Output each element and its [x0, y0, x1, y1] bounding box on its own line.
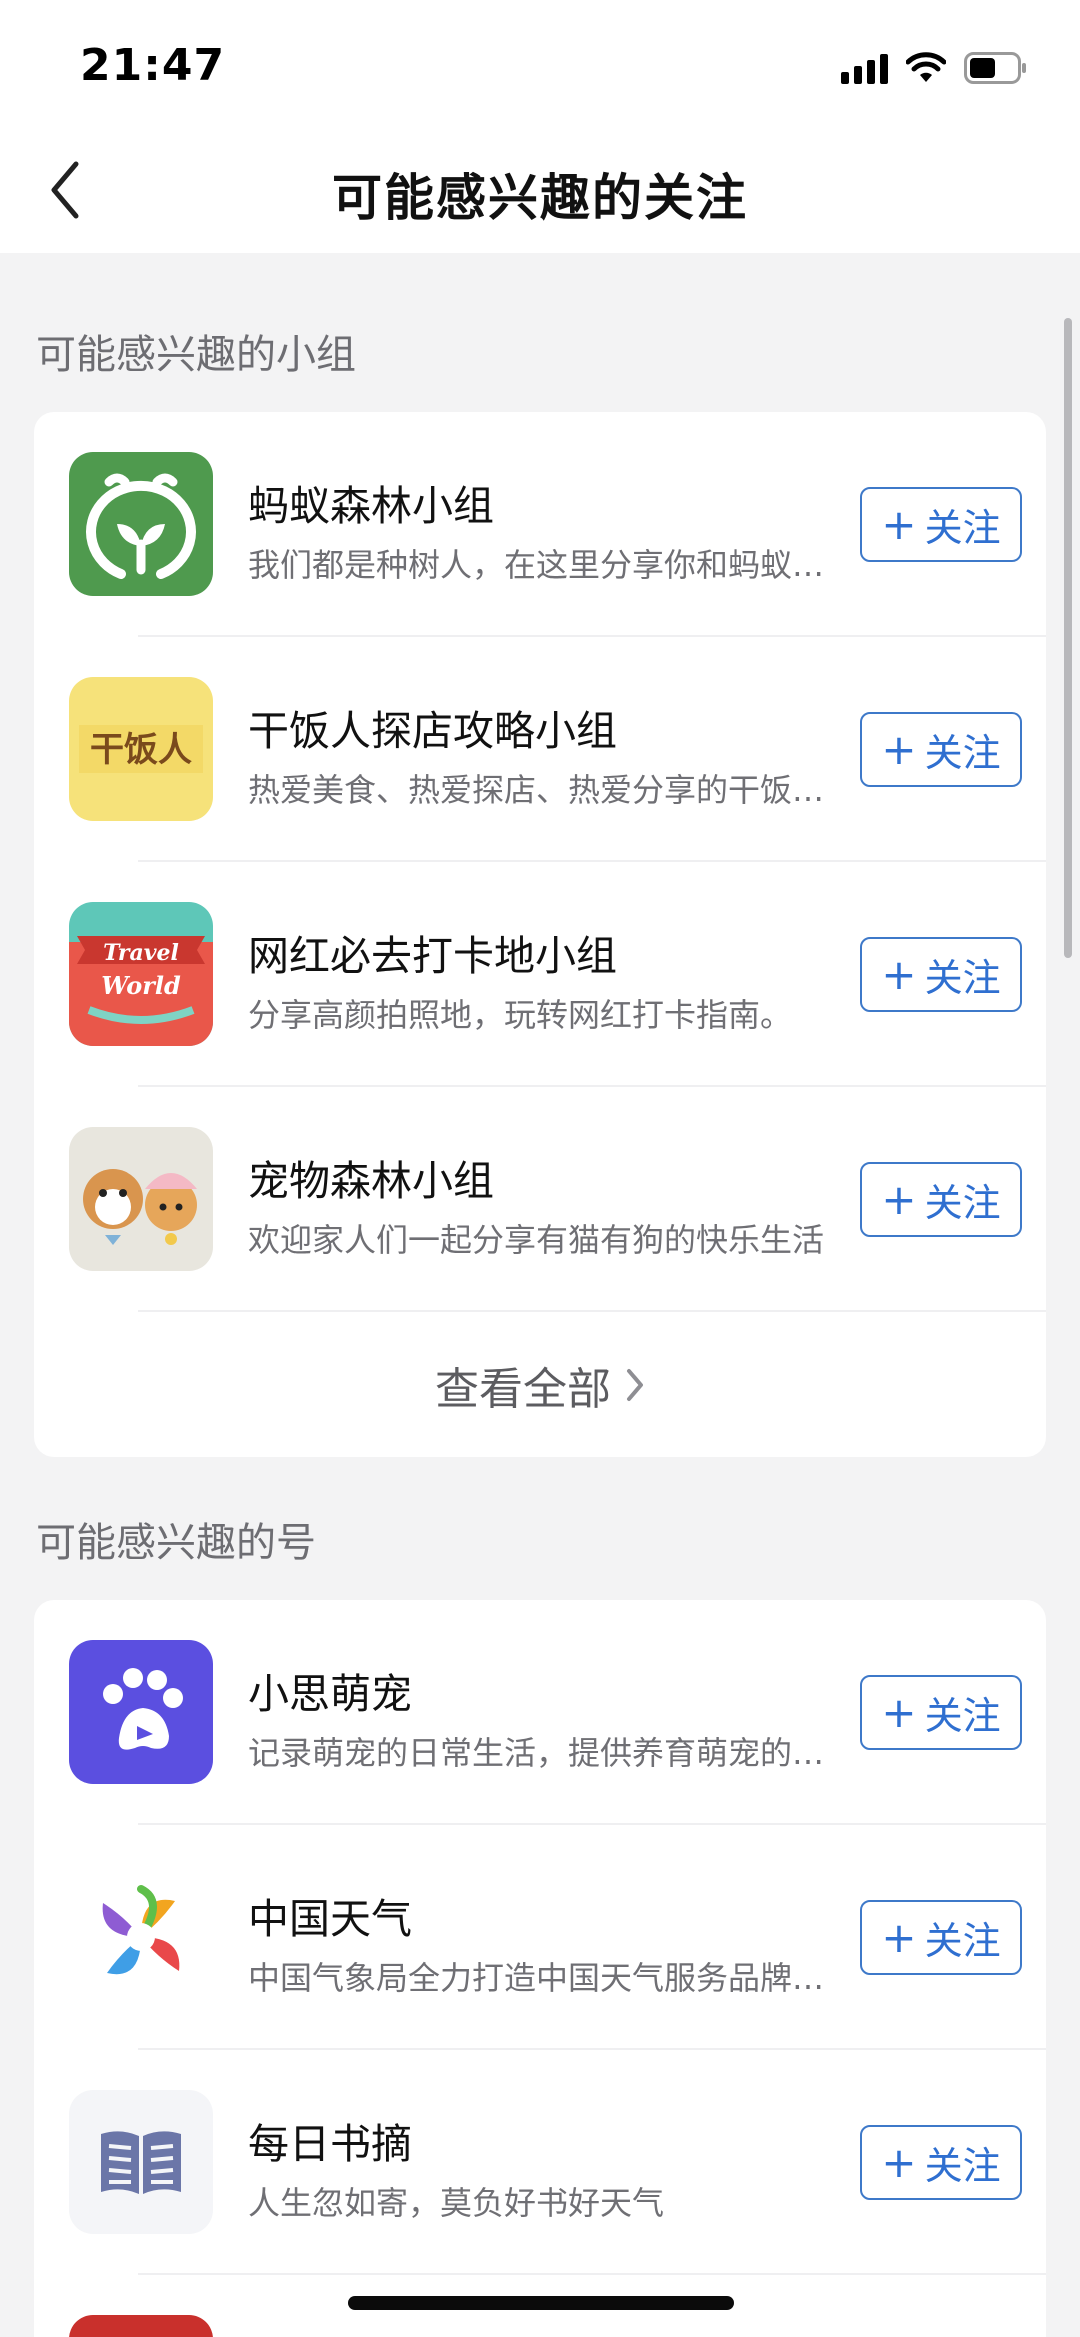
section-title-groups: 可能感兴趣的小组	[36, 332, 356, 378]
home-indicator[interactable]	[348, 2296, 734, 2310]
follow-button[interactable]: + 关注	[860, 487, 1022, 562]
follow-button[interactable]: + 关注	[860, 1900, 1022, 1975]
group-name: 宠物森林小组	[248, 1157, 494, 1205]
wifi-icon	[906, 52, 946, 84]
follow-label: 关注	[924, 2144, 1001, 2188]
ant-forest-sprout-icon	[69, 452, 213, 596]
plus-icon: +	[881, 724, 917, 774]
section-title-accounts: 可能感兴趣的号	[36, 1520, 316, 1566]
book-icon	[69, 2090, 213, 2234]
view-all-label: 查看全部	[435, 1363, 611, 1415]
travel-text: Travel	[103, 940, 179, 966]
account-name: 小思萌宠	[248, 1670, 412, 1718]
group-description: 热爱美食、热爱探店、热爱分享的干饭人集合地	[248, 771, 848, 809]
follow-label: 关注	[924, 731, 1001, 775]
divider	[138, 2273, 1046, 2275]
status-time: 21:47	[80, 40, 226, 91]
travel-world-badge: Travel World	[69, 902, 213, 1046]
follow-label: 关注	[924, 506, 1001, 550]
world-text: World	[101, 971, 181, 1000]
group-name: 蚂蚁森林小组	[248, 482, 494, 530]
page-title: 可能感兴趣的关注	[332, 169, 748, 227]
follow-button[interactable]: + 关注	[860, 1675, 1022, 1750]
follow-label: 关注	[924, 956, 1001, 1000]
group-name: 网红必去打卡地小组	[248, 932, 617, 980]
follow-button[interactable]: + 关注	[860, 1162, 1022, 1237]
ganfanren-logo-text: 干饭人	[90, 730, 192, 770]
follow-label: 关注	[924, 1919, 1001, 1963]
list-item[interactable]: 宠物森林小组 欢迎家人们一起分享有猫有狗的快乐生活 + 关注	[34, 1087, 1046, 1312]
paw-icon	[69, 1640, 213, 1784]
pet-cartoon-avatar	[69, 1127, 213, 1271]
follow-label: 关注	[924, 1694, 1001, 1738]
list-item[interactable]: 中国天气 中国气象局全力打造中国天气服务品牌，权威发布 + 关注	[34, 1825, 1046, 2050]
account-name: 每日书摘	[248, 2120, 412, 2168]
ganfanren-logo: 干饭人	[69, 677, 213, 821]
list-item[interactable]: 每日书摘 人生忽如寄，莫负好书好天气 + 关注	[34, 2050, 1046, 2275]
plus-icon: +	[881, 1687, 917, 1737]
list-item[interactable]: 干饭人 干饭人探店攻略小组 热爱美食、热爱探店、热爱分享的干饭人集合地 + 关注	[34, 637, 1046, 862]
signal-icon	[841, 52, 888, 84]
battery-icon	[964, 52, 1028, 84]
groups-card: 蚂蚁森林小组 我们都是种树人，在这里分享你和蚂蚁森林的故事 + 关注 干饭人 干…	[34, 412, 1046, 1457]
chevron-right-icon	[627, 1368, 643, 1401]
scrollbar[interactable]	[1064, 318, 1072, 958]
plus-icon: +	[881, 1174, 917, 1224]
group-description: 分享高颜拍照地，玩转网红打卡指南。	[248, 996, 793, 1034]
plus-icon: +	[881, 1912, 917, 1962]
group-name: 干饭人探店攻略小组	[248, 707, 617, 755]
account-description: 中国气象局全力打造中国天气服务品牌，权威发布	[248, 1959, 848, 1997]
pinwheel-icon	[69, 1865, 213, 2009]
group-description: 我们都是种树人，在这里分享你和蚂蚁森林的故事	[248, 546, 848, 584]
plus-icon: +	[881, 499, 917, 549]
follow-button[interactable]: + 关注	[860, 937, 1022, 1012]
follow-label: 关注	[924, 1181, 1001, 1225]
plus-icon: +	[881, 2137, 917, 2187]
follow-button[interactable]: + 关注	[860, 2125, 1022, 2200]
group-description: 欢迎家人们一起分享有猫有狗的快乐生活	[248, 1221, 825, 1259]
account-name: 中国天气	[248, 1895, 412, 1943]
status-icons	[841, 46, 1028, 90]
view-all-link[interactable]: 查看全部	[34, 1312, 1046, 1457]
next-item-avatar	[69, 2315, 213, 2337]
accounts-card: 小思萌宠 记录萌宠的日常生活，提供养育萌宠的知识技巧 + 关注 中国天气 中国气…	[34, 1600, 1046, 2337]
list-item[interactable]: Travel World 网红必去打卡地小组 分享高颜拍照地，玩转网红打卡指南。…	[34, 862, 1046, 1087]
list-item[interactable]: 小思萌宠 记录萌宠的日常生活，提供养育萌宠的知识技巧 + 关注	[34, 1600, 1046, 1825]
list-item[interactable]: 蚂蚁森林小组 我们都是种树人，在这里分享你和蚂蚁森林的故事 + 关注	[34, 412, 1046, 637]
account-description: 记录萌宠的日常生活，提供养育萌宠的知识技巧	[248, 1734, 848, 1772]
follow-button[interactable]: + 关注	[860, 712, 1022, 787]
account-description: 人生忽如寄，莫负好书好天气	[248, 2184, 665, 2222]
top-bar: 21:47 可能感兴趣的关注	[0, 0, 1080, 253]
plus-icon: +	[881, 949, 917, 999]
